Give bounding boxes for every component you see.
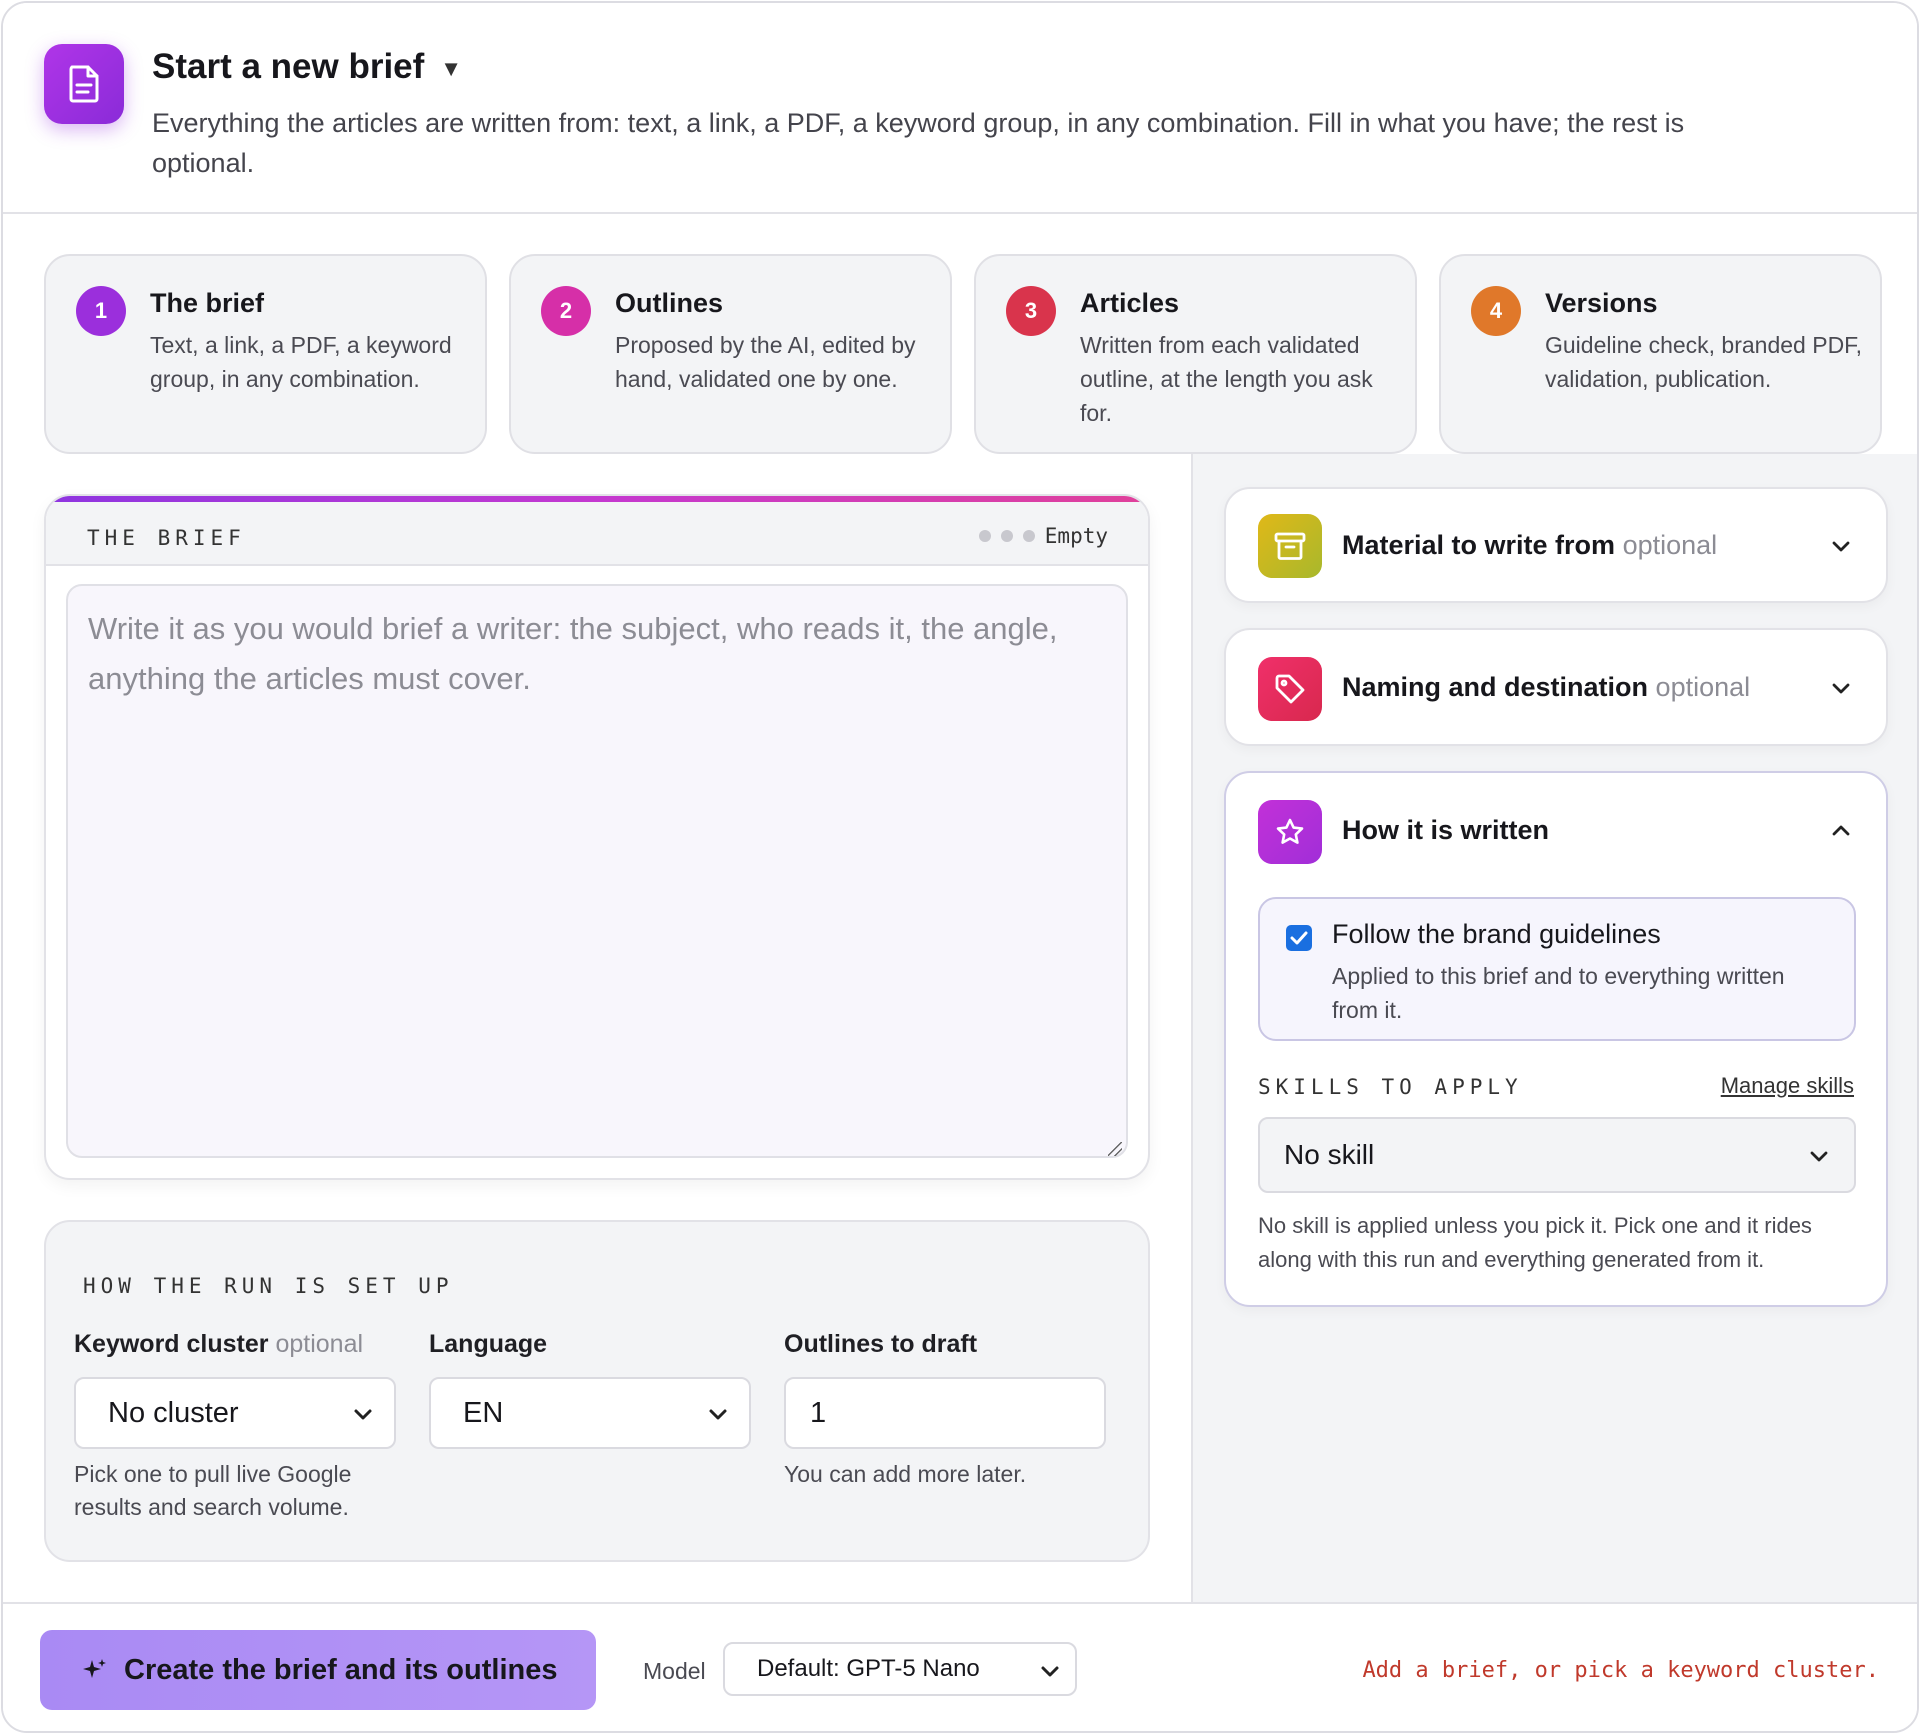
model-select-value: Default: GPT-5 Nano xyxy=(757,1655,980,1682)
brief-status-text: Empty xyxy=(1044,524,1108,548)
caret-down-icon[interactable]: ▼ xyxy=(440,56,462,82)
skill-select[interactable]: No skill xyxy=(1258,1117,1856,1193)
validation-hint: Add a brief, or pick a keyword cluster. xyxy=(1362,1658,1879,1683)
step-number: 1 xyxy=(76,286,126,336)
cluster-help: Pick one to pull live Google results and… xyxy=(74,1461,352,1520)
step-number: 2 xyxy=(541,286,591,336)
step-number: 3 xyxy=(1006,286,1056,336)
star-icon xyxy=(1258,800,1322,864)
chevron-down-icon xyxy=(1832,683,1850,694)
status-dot xyxy=(978,530,991,542)
brief-status: Empty xyxy=(978,524,1108,548)
step-card-brief: 1 The brief Text, a link, a PDF, a keywo… xyxy=(44,254,487,454)
status-dot xyxy=(1022,530,1035,542)
step-title: The brief xyxy=(150,288,265,318)
page-title-text: Start a new brief xyxy=(152,47,425,86)
outlines-count-value: 1 xyxy=(810,1396,827,1429)
keyword-cluster-value: No cluster xyxy=(108,1396,239,1429)
how-written-panel: How it is written Follow the brand guide… xyxy=(1224,771,1888,1307)
step-description: Proposed by the AI, edited by hand, vali… xyxy=(615,332,916,392)
workflow-steps: 1 The brief Text, a link, a PDF, a keywo… xyxy=(44,254,1882,454)
page-title[interactable]: Start a new brief ▼ xyxy=(152,47,462,87)
optional-tag: optional xyxy=(1622,530,1718,560)
page-description: Everything the articles are written from… xyxy=(152,108,1685,178)
run-setup-card: HOW THE RUN IS SET UP Keyword cluster op… xyxy=(44,1220,1150,1562)
brief-textarea[interactable] xyxy=(66,584,1128,1158)
step-title: Articles xyxy=(1080,288,1180,318)
how-written-title[interactable]: How it is written xyxy=(1342,815,1549,846)
step-title: Outlines xyxy=(615,288,724,318)
manage-skills-link[interactable]: Manage skills xyxy=(1721,1073,1854,1099)
skills-label: SKILLS TO APPLY xyxy=(1258,1075,1523,1099)
keyword-cluster-select[interactable]: No cluster xyxy=(74,1377,396,1449)
optional-tag: optional xyxy=(1655,672,1751,702)
sparkle-icon xyxy=(83,1659,106,1678)
naming-panel[interactable]: Naming and destination optional xyxy=(1224,628,1888,746)
brand-guidelines-checkbox[interactable] xyxy=(1286,925,1312,951)
resize-handle[interactable] xyxy=(1108,1142,1122,1156)
chevron-down-icon xyxy=(709,1409,727,1420)
brand-guidelines-desc: Applied to this brief and to everything … xyxy=(1332,963,1785,1023)
step-card-outlines: 2 Outlines Proposed by the AI, edited by… xyxy=(509,254,952,454)
step-description: Written from each validated outline, at … xyxy=(1080,332,1373,426)
language-value: EN xyxy=(463,1396,504,1429)
status-dot xyxy=(1000,530,1013,542)
create-brief-label: Create the brief and its outlines xyxy=(124,1653,558,1686)
step-card-versions: 4 Versions Guideline check, branded PDF,… xyxy=(1439,254,1882,454)
tag-icon xyxy=(1258,657,1322,721)
material-title-text: Material to write from xyxy=(1342,530,1616,560)
brand-guidelines-title: Follow the brand guidelines xyxy=(1332,919,1661,949)
page-header: Start a new brief ▼ Everything the artic… xyxy=(3,3,1917,214)
cluster-label: Keyword cluster optional xyxy=(74,1330,363,1359)
chevron-down-icon xyxy=(1041,1666,1059,1677)
material-title: Material to write from optional xyxy=(1342,530,1717,561)
skill-select-value: No skill xyxy=(1284,1139,1375,1170)
step-description: Guideline check, branded PDF, validation… xyxy=(1545,332,1863,392)
skill-help: No skill is applied unless you pick it. … xyxy=(1258,1213,1812,1272)
model-select[interactable]: Default: GPT-5 Nano xyxy=(723,1642,1077,1696)
outlines-help: You can add more later. xyxy=(784,1461,1027,1487)
outlines-label: Outlines to draft xyxy=(784,1330,978,1358)
document-icon xyxy=(44,44,124,124)
run-setup-label: HOW THE RUN IS SET UP xyxy=(83,1274,454,1298)
brief-card: THE BRIEF Empty xyxy=(44,494,1150,1180)
step-title: Versions xyxy=(1545,288,1658,318)
outlines-count-input[interactable]: 1 xyxy=(784,1377,1106,1449)
chevron-down-icon xyxy=(1832,541,1850,552)
optional-tag: optional xyxy=(275,1330,364,1358)
step-description: Text, a link, a PDF, a keyword group, in… xyxy=(150,332,452,392)
action-footer: Create the brief and its outlines Model … xyxy=(3,1602,1917,1731)
material-panel[interactable]: Material to write from optional xyxy=(1224,487,1888,603)
brief-section-label: THE BRIEF xyxy=(87,526,246,550)
language-label: Language xyxy=(429,1330,548,1358)
archive-icon xyxy=(1258,514,1322,578)
naming-title-text: Naming and destination xyxy=(1342,672,1649,702)
chevron-down-icon xyxy=(354,1409,372,1420)
step-card-articles: 3 Articles Written from each validated o… xyxy=(974,254,1417,454)
brand-guidelines-option[interactable]: Follow the brand guidelines Applied to t… xyxy=(1258,897,1856,1041)
step-number: 4 xyxy=(1471,286,1521,336)
model-label: Model xyxy=(643,1658,706,1684)
language-select[interactable]: EN xyxy=(429,1377,751,1449)
chevron-down-icon xyxy=(1810,1151,1828,1162)
naming-title: Naming and destination optional xyxy=(1342,672,1750,703)
cluster-label-text: Keyword cluster xyxy=(74,1330,269,1358)
brief-header: THE BRIEF Empty xyxy=(46,502,1148,566)
chevron-up-icon[interactable] xyxy=(1830,820,1852,842)
new-brief-window: Start a new brief ▼ Everything the artic… xyxy=(1,1,1919,1733)
create-brief-button[interactable]: Create the brief and its outlines xyxy=(40,1630,596,1710)
